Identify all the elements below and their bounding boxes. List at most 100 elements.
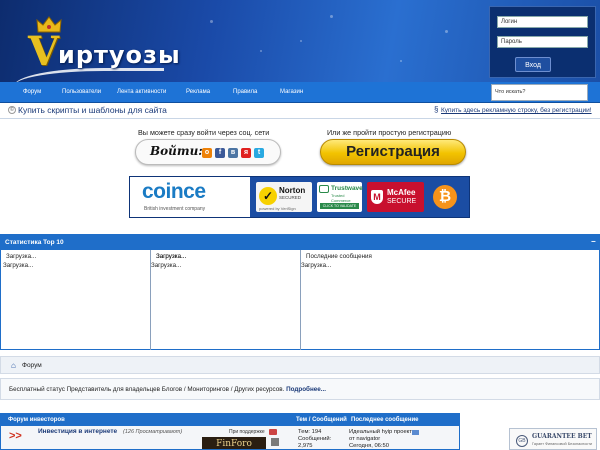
trustwave-sub: Trusted Commerce	[331, 193, 351, 203]
notice-bar: Бесплатный статус Представитель для влад…	[0, 378, 600, 400]
stats-column-title: Загрузка...	[156, 253, 187, 260]
bitcoin-icon: ₿	[433, 185, 457, 209]
last-post: Идеальный hyip проект от navigator Сегод…	[349, 429, 412, 449]
trustwave-badge: Trustwave Trusted Commerce CLICK TO VALI…	[317, 182, 363, 212]
header-forum[interactable]: Форум инвесторов	[8, 414, 65, 426]
search-input[interactable]: Что искать?	[491, 84, 588, 101]
checkmark-icon: ✓	[259, 187, 277, 205]
twitter-icon[interactable]: t	[254, 148, 264, 158]
mcafee-badge: M McAfee SECURE	[367, 182, 424, 212]
goto-last-post-icon[interactable]	[412, 430, 419, 435]
header-sparkle	[400, 60, 402, 62]
section-icon: §	[434, 105, 439, 114]
password-field[interactable]: Пароль	[497, 36, 588, 48]
notice-message: Бесплатный статус Представитель для влад…	[9, 386, 285, 393]
guarantee-logo-icon: GB	[516, 435, 528, 447]
yandex-icon[interactable]: я	[241, 148, 251, 158]
header-sparkle	[210, 20, 213, 23]
guarantee-name: GUARANTEE BET	[532, 433, 592, 440]
copyright-icon: ©	[8, 106, 16, 114]
header-last-post: Последнее сообщение	[351, 417, 419, 423]
ad-link-buy-line[interactable]: Купить здесь рекламную строку, без регис…	[441, 107, 592, 114]
header-sparkle	[330, 15, 333, 18]
logo-text: иртуозы	[58, 41, 181, 69]
register-button[interactable]: Регистрация	[320, 139, 466, 165]
notice-more-link[interactable]: Подробнее...	[286, 386, 326, 393]
trustwave-validate: CLICK TO VALIDATE	[320, 203, 359, 209]
sponsor-banner[interactable]: FinForo	[202, 437, 266, 449]
table-row: >> Инвестиция в интернете (126 Просматри…	[1, 426, 459, 449]
vk-icon[interactable]: в	[228, 148, 238, 158]
coince-tagline: British investment company	[144, 206, 206, 212]
rss-icon[interactable]	[271, 438, 279, 446]
header-topics: Тем / Сообщений	[296, 417, 347, 423]
ad-strip: © Купить скрипты и шаблоны для сайта § К…	[0, 103, 600, 119]
posts-label: Сообщений:	[298, 436, 332, 442]
stats-column: Последние сообщения Загрузка...	[301, 250, 599, 350]
forum-counts: Тем: 194 Сообщений: 2,975	[298, 429, 331, 449]
nav-item-users[interactable]: Пользователи	[62, 82, 101, 103]
breadcrumb-forum[interactable]: Форум	[22, 362, 42, 369]
last-post-author[interactable]: от navigator	[349, 436, 412, 443]
last-post-title[interactable]: Идеальный hyip проект	[349, 429, 412, 436]
facebook-icon[interactable]: f	[215, 148, 225, 158]
last-post-time: Сегодня, 06:50	[349, 443, 389, 449]
topics-line: Тем: 194	[298, 429, 331, 436]
collapse-icon[interactable]: −	[591, 235, 596, 249]
norton-name: Norton	[279, 186, 306, 195]
posts-count: 2,975	[298, 443, 313, 449]
odnoklassniki-icon[interactable]: о	[202, 148, 212, 158]
stats-column-title: Последние сообщения	[306, 253, 372, 260]
stats-title: Статистика Top 10	[1, 235, 599, 250]
header-sparkle	[260, 50, 262, 52]
stats-panel: Статистика Top 10 − Загрузка... Загрузка…	[0, 234, 600, 350]
nav-item-forum[interactable]: Форум	[23, 82, 41, 103]
header-sparkle	[300, 40, 302, 42]
site-logo[interactable]: V иртуозы	[14, 16, 184, 80]
norton-badge: ✓ Norton SECURED powered by VeriSign	[256, 182, 312, 212]
register-caption: Или же пройти простую регистрацию	[327, 128, 452, 137]
sponsor-label: При поддержке	[229, 429, 265, 435]
social-login-caption: Вы можете сразу войти через соц. сети	[138, 128, 270, 137]
username-field[interactable]: Логин	[497, 16, 588, 28]
header-sparkle	[445, 30, 448, 33]
notice-text: Бесплатный статус Представитель для влад…	[9, 386, 326, 393]
nav-item-ads[interactable]: Реклама	[186, 82, 210, 103]
mcafee-name: McAfee	[387, 188, 416, 197]
coince-logo: coince British investment company	[130, 177, 250, 217]
shield-icon: M	[371, 190, 383, 204]
topics-count: 194	[311, 429, 322, 435]
stats-column-title: Загрузка...	[6, 253, 37, 260]
stats-column-body: Загрузка...	[301, 262, 332, 269]
coince-name: coince	[142, 180, 206, 203]
forum-table: Форум инвесторов Тем / Сообщений Последн…	[0, 413, 460, 450]
sponsor-icon	[269, 429, 277, 435]
topics-label: Тем:	[298, 429, 311, 435]
forum-table-header: Форум инвесторов Тем / Сообщений Последн…	[1, 414, 459, 426]
nav-item-rules[interactable]: Правила	[233, 82, 257, 103]
logo-letter: V	[28, 28, 60, 75]
stats-column-body: Загрузка...	[151, 262, 182, 269]
forum-viewers: (126 Просматривают)	[123, 429, 183, 435]
stats-column-overlay: Загрузка... Загрузка...	[151, 250, 301, 350]
guarantee-bet-ad[interactable]: GB GUARANTEE BET Гарант Финансовой Безоп…	[509, 428, 597, 450]
breadcrumb: ⌂ Форум	[0, 356, 600, 374]
trustwave-icon	[319, 185, 329, 193]
stats-column-overlay: Загрузка...	[1, 250, 151, 350]
posts-count-line: 2,975	[298, 443, 331, 449]
login-form: Логин Пароль Вход	[489, 6, 596, 78]
trustwave-name: Trustwave	[331, 185, 363, 192]
ad-link-scripts[interactable]: Купить скрипты и шаблоны для сайта	[18, 105, 167, 115]
forum-status-icon: >>	[9, 430, 22, 442]
trust-banner[interactable]: coince British investment company ✓ Nort…	[129, 176, 470, 218]
nav-item-activity[interactable]: Лента активности	[117, 82, 166, 103]
mcafee-sub: SECURE	[387, 198, 417, 205]
guarantee-sub: Гарант Финансовой Безопасности	[532, 442, 593, 446]
forum-title-link[interactable]: Инвестиция в интернете	[38, 428, 117, 435]
nav-item-shop[interactable]: Магазин	[280, 82, 303, 103]
home-icon[interactable]: ⌂	[11, 361, 16, 370]
login-button[interactable]: Вход	[515, 57, 551, 72]
social-login-box: Войти: о f в я t	[135, 139, 281, 165]
norton-sub: SECURED	[279, 195, 302, 200]
posts-line: Сообщений:	[298, 436, 331, 443]
